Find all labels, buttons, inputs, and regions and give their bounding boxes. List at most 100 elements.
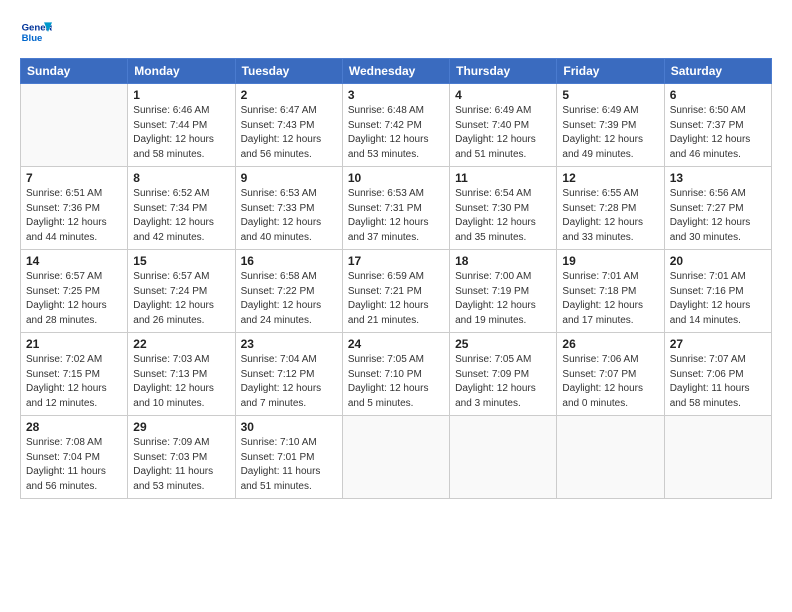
day-number: 1 — [133, 88, 229, 102]
day-info: Sunrise: 6:54 AM Sunset: 7:30 PM Dayligh… — [455, 187, 551, 245]
calendar-cell — [450, 416, 557, 499]
calendar-week-row: 21 Sunrise: 7:02 AM Sunset: 7:15 PM Dayli… — [21, 333, 772, 416]
day-number: 30 — [241, 420, 337, 434]
day-number: 22 — [133, 337, 229, 351]
calendar-cell: 18 Sunrise: 7:00 AM Sunset: 7:19 PM Dayli… — [450, 250, 557, 333]
calendar-cell: 9 Sunrise: 6:53 AM Sunset: 7:33 PM Daylig… — [235, 167, 342, 250]
day-number: 6 — [670, 88, 766, 102]
calendar-week-row: 7Sunrise: 6:51 AM Sunset: 7:36 PM Daylig… — [21, 167, 772, 250]
day-number: 15 — [133, 254, 229, 268]
calendar-cell: 3 Sunrise: 6:48 AM Sunset: 7:42 PM Daylig… — [342, 84, 449, 167]
day-number: 18 — [455, 254, 551, 268]
calendar-cell: 16 Sunrise: 6:58 AM Sunset: 7:22 PM Dayli… — [235, 250, 342, 333]
calendar-day-header: Wednesday — [342, 59, 449, 84]
day-info: Sunrise: 7:08 AM Sunset: 7:04 PM Dayligh… — [26, 436, 122, 494]
calendar-day-header: Friday — [557, 59, 664, 84]
day-info: Sunrise: 7:05 AM Sunset: 7:09 PM Dayligh… — [455, 353, 551, 411]
day-info: Sunrise: 6:52 AM Sunset: 7:34 PM Dayligh… — [133, 187, 229, 245]
calendar-cell: 1 Sunrise: 6:46 AM Sunset: 7:44 PM Daylig… — [128, 84, 235, 167]
day-number: 25 — [455, 337, 551, 351]
calendar-cell: 25 Sunrise: 7:05 AM Sunset: 7:09 PM Dayli… — [450, 333, 557, 416]
day-info: Sunrise: 7:10 AM Sunset: 7:01 PM Dayligh… — [241, 436, 337, 494]
day-number: 20 — [670, 254, 766, 268]
calendar-cell: 26 Sunrise: 7:06 AM Sunset: 7:07 PM Dayli… — [557, 333, 664, 416]
calendar-cell: 22Sunrise: 7:03 AM Sunset: 7:13 PM Dayli… — [128, 333, 235, 416]
calendar-day-header: Sunday — [21, 59, 128, 84]
day-number: 3 — [348, 88, 444, 102]
day-number: 17 — [348, 254, 444, 268]
day-info: Sunrise: 6:46 AM Sunset: 7:44 PM Dayligh… — [133, 104, 229, 162]
day-number: 11 — [455, 171, 551, 185]
day-number: 4 — [455, 88, 551, 102]
day-number: 26 — [562, 337, 658, 351]
day-info: Sunrise: 7:06 AM Sunset: 7:07 PM Dayligh… — [562, 353, 658, 411]
calendar-cell: 27 Sunrise: 7:07 AM Sunset: 7:06 PM Dayli… — [664, 333, 771, 416]
calendar-week-row: 28Sunrise: 7:08 AM Sunset: 7:04 PM Dayli… — [21, 416, 772, 499]
calendar-cell: 23 Sunrise: 7:04 AM Sunset: 7:12 PM Dayli… — [235, 333, 342, 416]
day-number: 23 — [241, 337, 337, 351]
calendar-cell — [342, 416, 449, 499]
logo-icon: General Blue — [20, 16, 52, 48]
calendar-cell: 29 Sunrise: 7:09 AM Sunset: 7:03 PM Dayli… — [128, 416, 235, 499]
calendar-cell: 4Sunrise: 6:49 AM Sunset: 7:40 PM Daylig… — [450, 84, 557, 167]
day-info: Sunrise: 7:01 AM Sunset: 7:16 PM Dayligh… — [670, 270, 766, 328]
day-info: Sunrise: 6:49 AM Sunset: 7:39 PM Dayligh… — [562, 104, 658, 162]
calendar-cell: 20 Sunrise: 7:01 AM Sunset: 7:16 PM Dayli… — [664, 250, 771, 333]
day-number: 13 — [670, 171, 766, 185]
calendar-cell: 2Sunrise: 6:47 AM Sunset: 7:43 PM Daylig… — [235, 84, 342, 167]
calendar-table: SundayMondayTuesdayWednesdayThursdayFrid… — [20, 58, 772, 499]
calendar-cell: 19 Sunrise: 7:01 AM Sunset: 7:18 PM Dayli… — [557, 250, 664, 333]
calendar-cell: 30 Sunrise: 7:10 AM Sunset: 7:01 PM Dayli… — [235, 416, 342, 499]
day-number: 19 — [562, 254, 658, 268]
day-info: Sunrise: 6:48 AM Sunset: 7:42 PM Dayligh… — [348, 104, 444, 162]
day-number: 24 — [348, 337, 444, 351]
day-number: 29 — [133, 420, 229, 434]
day-number: 27 — [670, 337, 766, 351]
calendar-day-header: Monday — [128, 59, 235, 84]
day-info: Sunrise: 6:56 AM Sunset: 7:27 PM Dayligh… — [670, 187, 766, 245]
day-number: 5 — [562, 88, 658, 102]
day-info: Sunrise: 6:58 AM Sunset: 7:22 PM Dayligh… — [241, 270, 337, 328]
day-info: Sunrise: 7:07 AM Sunset: 7:06 PM Dayligh… — [670, 353, 766, 411]
day-info: Sunrise: 6:53 AM Sunset: 7:31 PM Dayligh… — [348, 187, 444, 245]
day-info: Sunrise: 7:05 AM Sunset: 7:10 PM Dayligh… — [348, 353, 444, 411]
calendar-header-row: SundayMondayTuesdayWednesdayThursdayFrid… — [21, 59, 772, 84]
day-number: 14 — [26, 254, 122, 268]
day-info: Sunrise: 7:09 AM Sunset: 7:03 PM Dayligh… — [133, 436, 229, 494]
calendar-week-row: 1 Sunrise: 6:46 AM Sunset: 7:44 PM Daylig… — [21, 84, 772, 167]
calendar-cell: 7Sunrise: 6:51 AM Sunset: 7:36 PM Daylig… — [21, 167, 128, 250]
day-info: Sunrise: 7:00 AM Sunset: 7:19 PM Dayligh… — [455, 270, 551, 328]
calendar-cell: 6Sunrise: 6:50 AM Sunset: 7:37 PM Daylig… — [664, 84, 771, 167]
day-info: Sunrise: 6:47 AM Sunset: 7:43 PM Dayligh… — [241, 104, 337, 162]
day-info: Sunrise: 7:02 AM Sunset: 7:15 PM Dayligh… — [26, 353, 122, 411]
page: General Blue SundayMondayTuesdayWednesda… — [0, 0, 792, 612]
calendar-cell: 8 Sunrise: 6:52 AM Sunset: 7:34 PM Daylig… — [128, 167, 235, 250]
day-info: Sunrise: 6:57 AM Sunset: 7:25 PM Dayligh… — [26, 270, 122, 328]
calendar-cell: 28Sunrise: 7:08 AM Sunset: 7:04 PM Dayli… — [21, 416, 128, 499]
day-info: Sunrise: 6:59 AM Sunset: 7:21 PM Dayligh… — [348, 270, 444, 328]
day-info: Sunrise: 6:57 AM Sunset: 7:24 PM Dayligh… — [133, 270, 229, 328]
day-number: 12 — [562, 171, 658, 185]
day-info: Sunrise: 6:53 AM Sunset: 7:33 PM Dayligh… — [241, 187, 337, 245]
day-number: 9 — [241, 171, 337, 185]
header-row: General Blue — [20, 16, 772, 48]
calendar-cell — [664, 416, 771, 499]
calendar-cell: 10Sunrise: 6:53 AM Sunset: 7:31 PM Dayli… — [342, 167, 449, 250]
calendar-cell: 14 Sunrise: 6:57 AM Sunset: 7:25 PM Dayli… — [21, 250, 128, 333]
calendar-cell — [557, 416, 664, 499]
day-number: 8 — [133, 171, 229, 185]
calendar-day-header: Saturday — [664, 59, 771, 84]
calendar-cell: 13 Sunrise: 6:56 AM Sunset: 7:27 PM Dayli… — [664, 167, 771, 250]
calendar-cell: 5 Sunrise: 6:49 AM Sunset: 7:39 PM Daylig… — [557, 84, 664, 167]
calendar-cell: 21 Sunrise: 7:02 AM Sunset: 7:15 PM Dayli… — [21, 333, 128, 416]
day-number: 16 — [241, 254, 337, 268]
calendar-cell: 17 Sunrise: 6:59 AM Sunset: 7:21 PM Dayli… — [342, 250, 449, 333]
day-number: 21 — [26, 337, 122, 351]
day-number: 7 — [26, 171, 122, 185]
calendar-day-header: Tuesday — [235, 59, 342, 84]
svg-text:Blue: Blue — [22, 33, 43, 44]
day-info: Sunrise: 7:04 AM Sunset: 7:12 PM Dayligh… — [241, 353, 337, 411]
calendar-cell: 24 Sunrise: 7:05 AM Sunset: 7:10 PM Dayli… — [342, 333, 449, 416]
calendar-cell: 11 Sunrise: 6:54 AM Sunset: 7:30 PM Dayli… — [450, 167, 557, 250]
day-info: Sunrise: 7:01 AM Sunset: 7:18 PM Dayligh… — [562, 270, 658, 328]
